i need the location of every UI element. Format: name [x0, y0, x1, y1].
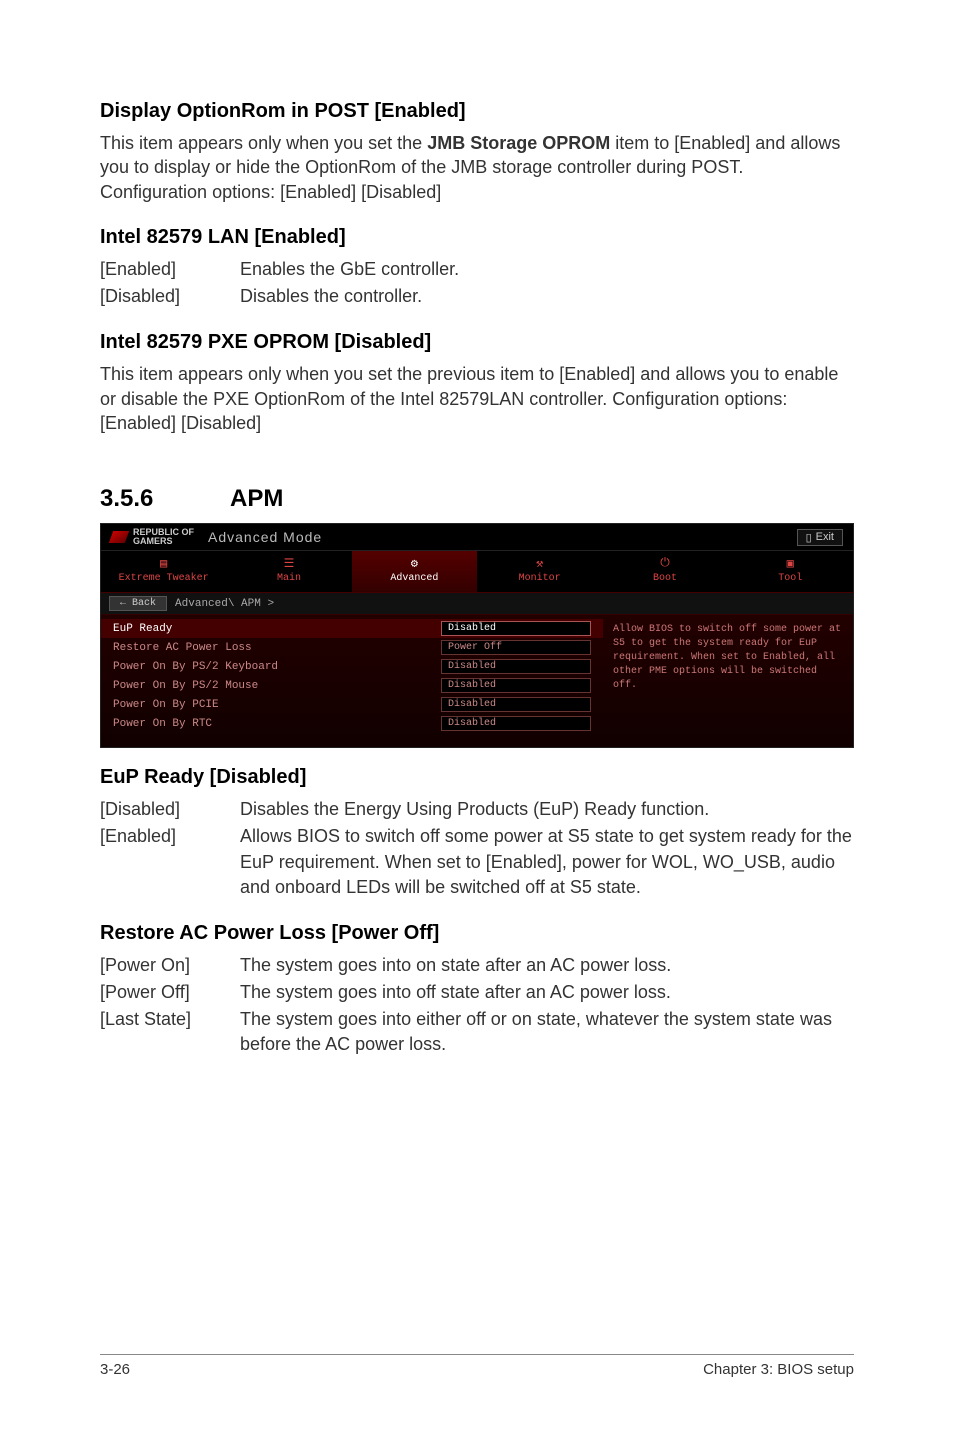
chapter-label: Chapter 3: BIOS setup — [703, 1361, 854, 1378]
back-label: Back — [132, 598, 156, 609]
setting-label: EuP Ready — [113, 623, 441, 635]
bios-mode-label: Advanced Mode — [208, 529, 322, 545]
bios-screenshot: REPUBLIC OF GAMERS Advanced Mode ▯ Exit … — [100, 523, 854, 748]
setting-value[interactable]: Disabled — [441, 678, 591, 693]
option-row: [Power On] The system goes into on state… — [100, 953, 854, 978]
tab-label: Advanced — [390, 573, 438, 584]
heading-display-optionrom: Display OptionRom in POST [Enabled] — [100, 100, 854, 123]
option-val: Disables the controller. — [240, 284, 854, 309]
option-key: [Power On] — [100, 953, 240, 978]
list-icon: ☰ — [281, 557, 297, 569]
heading-restore-ac: Restore AC Power Loss [Power Off] — [100, 922, 854, 945]
toolbox-icon: ▣ — [782, 557, 798, 569]
option-key: [Last State] — [100, 1007, 240, 1057]
option-row: [Enabled] Allows BIOS to switch off some… — [100, 824, 854, 900]
text-fragment: This item appears only when you set the — [100, 133, 427, 153]
section-heading: 3.5.6 APM — [100, 485, 854, 513]
option-val: Allows BIOS to switch off some power at … — [240, 824, 854, 900]
exit-label: Exit — [816, 531, 834, 543]
bios-brand: REPUBLIC OF GAMERS Advanced Mode — [111, 528, 322, 546]
setting-value[interactable]: Disabled — [441, 621, 591, 636]
option-val: The system goes into off state after an … — [240, 980, 854, 1005]
bios-tabs: ▤ Extreme Tweaker ☰ Main ⚙ Advanced ⚒ Mo… — [101, 551, 853, 593]
option-row: [Last State] The system goes into either… — [100, 1007, 854, 1057]
option-key: [Power Off] — [100, 980, 240, 1005]
option-row: [Power Off] The system goes into off sta… — [100, 980, 854, 1005]
brand-line2: GAMERS — [133, 537, 194, 546]
setting-label: Power On By PCIE — [113, 699, 441, 711]
option-row: [Enabled] Enables the GbE controller. — [100, 257, 854, 282]
tab-monitor[interactable]: ⚒ Monitor — [477, 551, 602, 592]
setting-label: Restore AC Power Loss — [113, 642, 441, 654]
tab-boot[interactable]: ⏻ Boot — [602, 551, 727, 592]
exit-icon: ▯ — [806, 531, 812, 544]
gear-icon: ⚙ — [406, 557, 422, 569]
setting-row-rtc[interactable]: Power On By RTC Disabled — [101, 714, 603, 733]
tab-advanced[interactable]: ⚙ Advanced — [352, 551, 477, 592]
tab-label: Boot — [653, 573, 677, 584]
bios-help-panel: Allow BIOS to switch off some power at S… — [603, 615, 853, 747]
section-title: APM — [230, 485, 283, 513]
heading-intel-pxe: Intel 82579 PXE OPROM [Disabled] — [100, 331, 854, 354]
wrench-icon: ⚒ — [532, 557, 548, 569]
option-key: [Enabled] — [100, 824, 240, 900]
option-key: [Disabled] — [100, 284, 240, 309]
option-val: The system goes into on state after an A… — [240, 953, 854, 978]
page-number: 3-26 — [100, 1361, 130, 1378]
setting-value[interactable]: Disabled — [441, 716, 591, 731]
rog-logo-icon — [109, 531, 129, 543]
setting-value[interactable]: Disabled — [441, 659, 591, 674]
setting-row-restore-ac[interactable]: Restore AC Power Loss Power Off — [101, 638, 603, 657]
back-button[interactable]: ← Back — [109, 596, 167, 611]
text-bold: JMB Storage OPROM — [427, 133, 610, 153]
clipboard-icon: ▤ — [156, 557, 172, 569]
setting-label: Power On By PS/2 Mouse — [113, 680, 441, 692]
bios-breadcrumb: ← Back Advanced\ APM > — [101, 593, 853, 615]
option-row: [Disabled] Disables the Energy Using Pro… — [100, 797, 854, 822]
page-footer: 3-26 Chapter 3: BIOS setup — [100, 1354, 854, 1378]
setting-row-eup-ready[interactable]: EuP Ready Disabled — [101, 619, 603, 638]
exit-button[interactable]: ▯ Exit — [797, 529, 843, 546]
option-val: Enables the GbE controller. — [240, 257, 854, 282]
tab-main[interactable]: ☰ Main — [226, 551, 351, 592]
setting-row-ps2-mouse[interactable]: Power On By PS/2 Mouse Disabled — [101, 676, 603, 695]
para-display-optionrom: This item appears only when you set the … — [100, 131, 854, 204]
arrow-left-icon: ← — [120, 598, 126, 609]
setting-label: Power On By RTC — [113, 718, 441, 730]
option-val: The system goes into either off or on st… — [240, 1007, 854, 1057]
power-icon: ⏻ — [657, 557, 673, 569]
bios-settings-panel: EuP Ready Disabled Restore AC Power Loss… — [101, 615, 603, 747]
section-number: 3.5.6 — [100, 485, 230, 513]
heading-eup-ready: EuP Ready [Disabled] — [100, 766, 854, 789]
setting-value[interactable]: Disabled — [441, 697, 591, 712]
setting-value[interactable]: Power Off — [441, 640, 591, 655]
option-val: Disables the Energy Using Products (EuP)… — [240, 797, 854, 822]
bios-body: EuP Ready Disabled Restore AC Power Loss… — [101, 615, 853, 747]
setting-row-ps2-keyboard[interactable]: Power On By PS/2 Keyboard Disabled — [101, 657, 603, 676]
option-key: [Disabled] — [100, 797, 240, 822]
tab-label: Main — [277, 573, 301, 584]
option-key: [Enabled] — [100, 257, 240, 282]
tab-label: Monitor — [519, 573, 561, 584]
setting-label: Power On By PS/2 Keyboard — [113, 661, 441, 673]
tab-extreme-tweaker[interactable]: ▤ Extreme Tweaker — [101, 551, 226, 592]
bios-titlebar: REPUBLIC OF GAMERS Advanced Mode ▯ Exit — [101, 524, 853, 551]
heading-intel-lan: Intel 82579 LAN [Enabled] — [100, 226, 854, 249]
tab-label: Tool — [778, 573, 802, 584]
para-intel-pxe: This item appears only when you set the … — [100, 362, 854, 435]
setting-row-pcie[interactable]: Power On By PCIE Disabled — [101, 695, 603, 714]
tab-tool[interactable]: ▣ Tool — [728, 551, 853, 592]
option-row: [Disabled] Disables the controller. — [100, 284, 854, 309]
breadcrumb-path: Advanced\ APM > — [175, 598, 274, 610]
tab-label: Extreme Tweaker — [119, 573, 209, 584]
